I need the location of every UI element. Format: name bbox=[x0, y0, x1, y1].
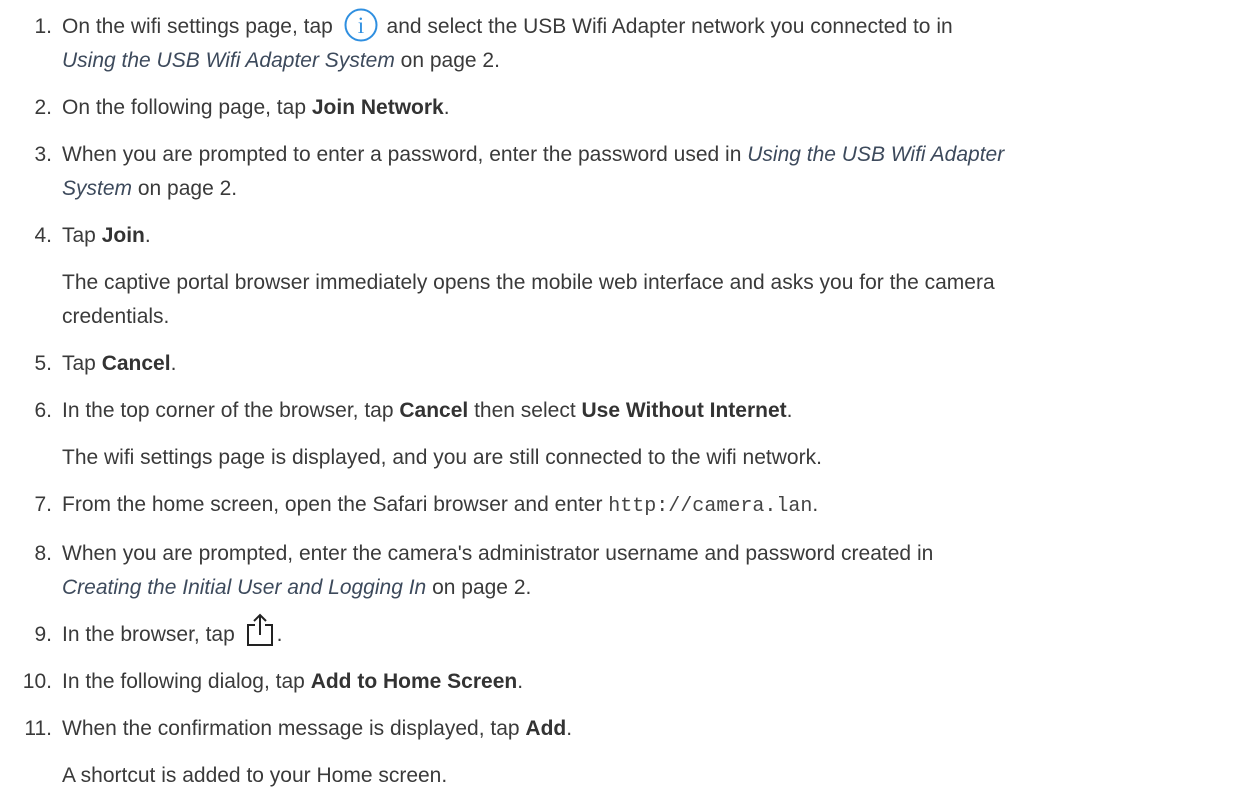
step-number: 6. bbox=[34, 399, 52, 422]
share-icon bbox=[246, 614, 273, 647]
cross-reference-link[interactable]: Creating the Initial User and Logging In bbox=[62, 576, 426, 599]
ui-term: Use Without Internet bbox=[581, 399, 787, 422]
step-11: 11. When the confirmation message is dis… bbox=[0, 712, 1241, 793]
step-number: 4. bbox=[34, 224, 52, 247]
step-text: In the top corner of the browser, tap Ca… bbox=[62, 399, 793, 422]
url-code: http://camera.lan bbox=[608, 495, 813, 518]
step-text: In the browser, tap . bbox=[62, 614, 1221, 652]
step-text: When you are prompted, enter the camera'… bbox=[62, 542, 934, 599]
step-5: 5. Tap Cancel. bbox=[0, 347, 1241, 381]
step-number: 5. bbox=[34, 352, 52, 375]
step-result: A shortcut is added to your Home screen. bbox=[62, 764, 448, 787]
cross-reference-link[interactable]: Using the USB Wifi Adapter System bbox=[62, 49, 395, 72]
ui-term: Cancel bbox=[101, 352, 171, 375]
step-result: The wifi settings page is displayed, and… bbox=[62, 446, 822, 469]
document-page: 1. On the wifi settings page, tap i and … bbox=[0, 0, 1241, 812]
step-2: 2. On the following page, tap Join Netwo… bbox=[0, 91, 1241, 125]
step-3: 3. When you are prompted to enter a pass… bbox=[0, 138, 1241, 206]
step-4: 4. Tap Join. The captive portal browser … bbox=[0, 219, 1241, 334]
ui-term: Add bbox=[525, 717, 567, 740]
step-number: 8. bbox=[34, 542, 52, 565]
cross-reference-link[interactable]: Using the USB Wifi Adapter bbox=[747, 143, 1004, 166]
step-1: 1. On the wifi settings page, tap i and … bbox=[0, 8, 1241, 78]
steps-list: 1. On the wifi settings page, tap i and … bbox=[0, 8, 1241, 793]
svg-text:i: i bbox=[357, 13, 363, 38]
step-9: 9. In the browser, tap . bbox=[0, 614, 1241, 652]
step-text: When you are prompted to enter a passwor… bbox=[62, 143, 1005, 200]
step-number: 9. bbox=[34, 623, 52, 646]
step-number: 10. bbox=[22, 670, 52, 693]
step-text: Tap Join. bbox=[62, 224, 151, 247]
step-text: On the wifi settings page, tap i and sel… bbox=[62, 8, 1221, 78]
step-8: 8. When you are prompted, enter the came… bbox=[0, 537, 1241, 605]
step-text: In the following dialog, tap Add to Home… bbox=[62, 670, 524, 693]
step-10: 10. In the following dialog, tap Add to … bbox=[0, 665, 1241, 699]
step-result: The captive portal browser immediately o… bbox=[62, 271, 995, 328]
info-icon: i bbox=[344, 8, 378, 42]
step-text: From the home screen, open the Safari br… bbox=[62, 493, 819, 518]
step-6: 6. In the top corner of the browser, tap… bbox=[0, 394, 1241, 475]
ui-term: Cancel bbox=[399, 399, 469, 422]
ui-term: Add to Home Screen bbox=[310, 670, 518, 693]
step-number: 7. bbox=[34, 493, 52, 516]
ui-term: Join bbox=[101, 224, 145, 247]
step-number: 2. bbox=[34, 96, 52, 119]
step-7: 7. From the home screen, open the Safari… bbox=[0, 488, 1241, 524]
step-text: Tap Cancel. bbox=[62, 352, 177, 375]
step-text: On the following page, tap Join Network. bbox=[62, 96, 450, 119]
ui-term: Join Network bbox=[311, 96, 444, 119]
step-number: 11. bbox=[24, 717, 52, 740]
step-number: 3. bbox=[34, 143, 52, 166]
step-text: When the confirmation message is display… bbox=[62, 717, 573, 740]
step-number: 1. bbox=[34, 15, 52, 38]
cross-reference-link[interactable]: System bbox=[62, 177, 132, 200]
